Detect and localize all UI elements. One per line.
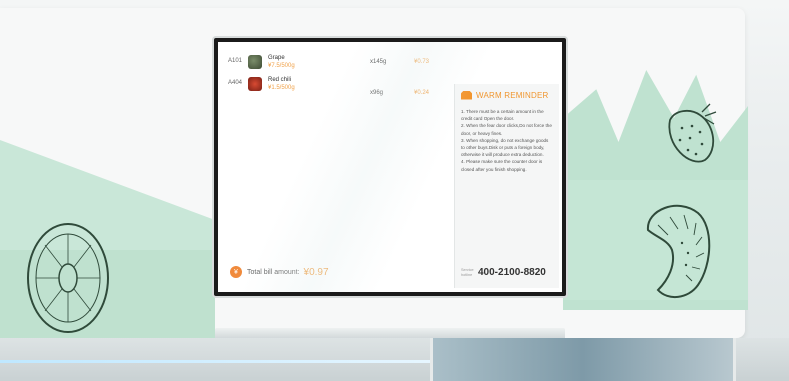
reminder-title: WARM REMINDER (476, 90, 549, 100)
kiwi-slice-illustration (27, 223, 109, 333)
total-label: Total bill amount: (247, 268, 300, 276)
fridge-door-glass[interactable] (430, 338, 736, 381)
item-unit-price: ¥7.5/500g (268, 63, 295, 69)
led-strip (0, 360, 430, 363)
item-cost: ¥0.73 (414, 59, 430, 65)
item-code: A404 (228, 80, 243, 86)
cart-item: A101 Grape ¥7.5/500g x145g ¥0.73 (228, 54, 448, 76)
total-bill: ¥ Total bill amount: ¥0.97 (230, 266, 329, 278)
item-weight: x96g (370, 90, 384, 96)
item-code: A101 (228, 58, 243, 64)
strawberry-illustration (668, 103, 717, 163)
total-amount: ¥0.97 (303, 266, 329, 278)
cart-item-list: A101 Grape ¥7.5/500g x145g ¥0.73 A404 Re… (228, 54, 448, 98)
vending-fridge-scene: A101 Grape ¥7.5/500g x145g ¥0.73 A404 Re… (0, 0, 789, 381)
reminder-line: 1. There must be a certain amount in the… (461, 109, 544, 122)
service-hotline: Service hotline 400-2100-8820 (461, 267, 546, 278)
chili-thumbnail (248, 77, 262, 91)
kiosk-display: A101 Grape ¥7.5/500g x145g ¥0.73 A404 Re… (214, 38, 566, 296)
phone-number: 400-2100-8820 (478, 267, 546, 278)
phone-label: Service hotline (461, 268, 474, 277)
pineapple-slice-illustration (646, 204, 711, 298)
item-weight: x145g (370, 59, 387, 65)
grape-thumbnail (248, 55, 262, 69)
reminder-body: 1. There must be a certain amount in the… (455, 106, 559, 175)
cart-item: A404 Red chili ¥1.5/500g x96g ¥0.24 (228, 76, 448, 98)
reminder-line: 3. When shopping, do not exchange goods … (461, 137, 549, 158)
item-name: Red chili (268, 77, 292, 83)
reminder-line: 4. Please make sure the counter door is … (461, 159, 543, 172)
item-unit-price: ¥1.5/500g (268, 85, 295, 91)
item-cost: ¥0.24 (414, 90, 430, 96)
item-name: Grape (268, 55, 285, 61)
yen-icon: ¥ (230, 266, 242, 278)
reminder-line: 2. When the fear door clicks,Do not forc… (461, 123, 552, 136)
reminder-header: WARM REMINDER (455, 84, 559, 106)
warm-reminder-panel: WARM REMINDER 1. There must be a certain… (454, 84, 559, 288)
screen: A101 Grape ¥7.5/500g x145g ¥0.73 A404 Re… (218, 42, 562, 292)
gift-icon (461, 90, 472, 100)
